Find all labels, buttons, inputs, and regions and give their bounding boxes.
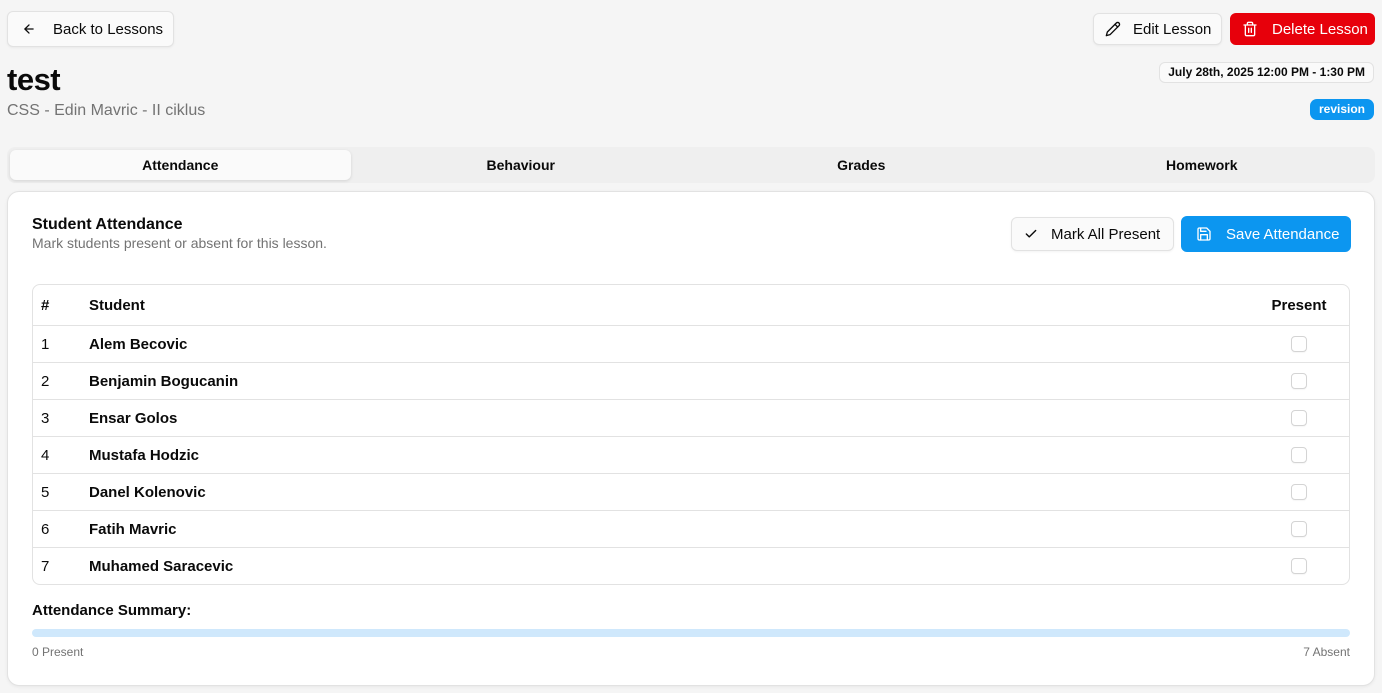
save-attendance-button[interactable]: Save Attendance	[1181, 216, 1351, 252]
student-number: 5	[41, 483, 50, 501]
student-number: 1	[41, 335, 50, 353]
student-name: Danel Kolenovic	[89, 483, 206, 501]
student-name: Benjamin Bogucanin	[89, 372, 239, 390]
lesson-subtitle: CSS - Edin Mavric - II ciklus	[7, 102, 206, 119]
table-row: 3 Ensar Golos	[33, 399, 1349, 436]
lesson-title: test	[7, 62, 61, 97]
student-name: Fatih Mavric	[89, 520, 177, 538]
lesson-type-badge: revision	[1309, 99, 1374, 120]
present-checkbox[interactable]	[1291, 484, 1307, 500]
student-name: Ensar Golos	[89, 409, 178, 427]
pencil-icon	[1105, 21, 1121, 37]
mark-all-present-label: Mark All Present	[1051, 225, 1161, 243]
table-row: 5 Danel Kolenovic	[33, 473, 1349, 510]
student-name: Alem Becovic	[89, 335, 188, 353]
student-number: 7	[41, 557, 50, 575]
trash-icon	[1243, 21, 1257, 37]
edit-lesson-button[interactable]: Edit Lesson	[1093, 13, 1222, 45]
attendance-card: Student Attendance Mark students present…	[7, 191, 1375, 686]
attendance-summary-label: Attendance Summary:	[32, 602, 192, 619]
lesson-datetime-badge: July 28th, 2025 12:00 PM - 1:30 PM	[1159, 62, 1374, 83]
tab-behaviour[interactable]: Behaviour	[351, 150, 692, 180]
edit-lesson-label: Edit Lesson	[1133, 20, 1212, 38]
delete-lesson-label: Delete Lesson	[1272, 20, 1368, 38]
absent-count: 7 Absent	[1303, 645, 1350, 659]
back-to-lessons-button[interactable]: Back to Lessons	[7, 11, 174, 47]
student-number: 4	[41, 446, 50, 464]
student-number: 3	[41, 409, 50, 427]
table-row: 2 Benjamin Bogucanin	[33, 362, 1349, 399]
arrow-left-icon	[24, 24, 34, 34]
student-name: Muhamed Saracevic	[89, 557, 234, 575]
attendance-card-description: Mark students present or absent for this…	[32, 235, 327, 251]
column-header-student: Student	[89, 296, 145, 314]
save-attendance-label: Save Attendance	[1226, 225, 1340, 243]
student-name: Mustafa Hodzic	[89, 446, 200, 464]
lesson-tabs: Attendance Behaviour Grades Homework	[7, 147, 1375, 183]
present-checkbox[interactable]	[1291, 558, 1307, 574]
save-icon	[1197, 227, 1211, 241]
attendance-table: # Student Present 1 Alem Becovic 2 Benja…	[32, 284, 1350, 585]
table-row: 4 Mustafa Hodzic	[33, 436, 1349, 473]
column-header-present: Present	[1271, 296, 1327, 314]
table-row: 1 Alem Becovic	[33, 325, 1349, 362]
tab-grades[interactable]: Grades	[691, 150, 1032, 180]
tab-attendance[interactable]: Attendance	[10, 150, 351, 180]
present-checkbox[interactable]	[1291, 410, 1307, 426]
attendance-card-title: Student Attendance	[32, 216, 183, 233]
check-icon	[1025, 229, 1037, 238]
table-row: 6 Fatih Mavric	[33, 510, 1349, 547]
table-header-row: # Student Present	[33, 285, 1349, 325]
present-checkbox[interactable]	[1291, 521, 1307, 537]
present-checkbox[interactable]	[1291, 447, 1307, 463]
mark-all-present-button[interactable]: Mark All Present	[1011, 217, 1174, 251]
present-checkbox[interactable]	[1291, 373, 1307, 389]
back-to-lessons-label: Back to Lessons	[53, 20, 164, 38]
table-row: 7 Muhamed Saracevic	[33, 547, 1349, 584]
present-count: 0 Present	[32, 645, 84, 659]
attendance-progress-bar	[32, 629, 1350, 637]
column-header-number: #	[41, 296, 50, 314]
present-checkbox[interactable]	[1291, 336, 1307, 352]
delete-lesson-button[interactable]: Delete Lesson	[1230, 13, 1375, 45]
student-number: 2	[41, 372, 50, 390]
tab-homework[interactable]: Homework	[1032, 150, 1373, 180]
student-number: 6	[41, 520, 50, 538]
